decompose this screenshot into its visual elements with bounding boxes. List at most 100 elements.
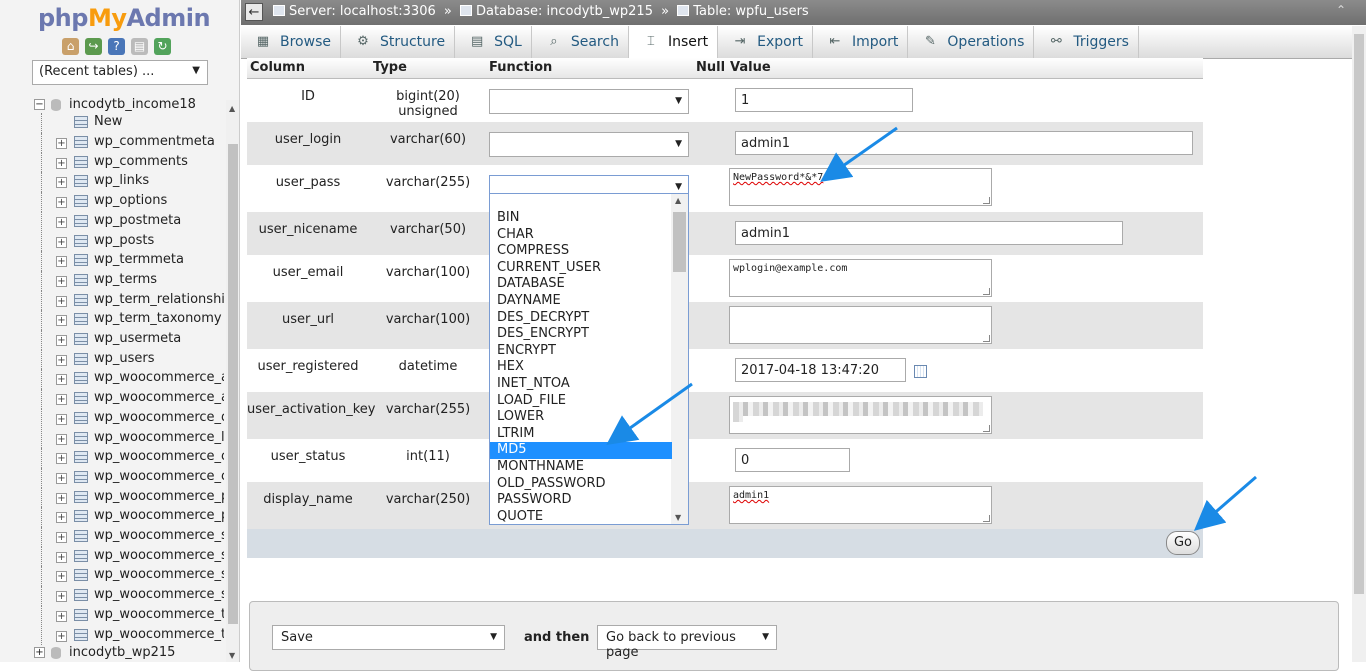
- function-option[interactable]: QUOTE: [490, 509, 672, 524]
- tree-table-item[interactable]: + wp_woocommerce_downloadable_product_per…: [0, 408, 226, 429]
- breadcrumb-database[interactable]: Database: incodytb_wp215: [476, 4, 653, 19]
- breadcrumb-table[interactable]: Table: wpfu_users: [693, 4, 808, 19]
- tree-table-item[interactable]: + wp_woocommerce_order_items: [0, 467, 226, 488]
- tree-table-item[interactable]: + wp_woocommerce_payment_tokenmeta: [0, 487, 226, 508]
- reload-icon[interactable]: ↻: [154, 38, 171, 55]
- expand-icon[interactable]: +: [56, 335, 67, 346]
- tree-new-item[interactable]: New: [0, 113, 226, 133]
- page-scrollbar[interactable]: [1352, 26, 1366, 662]
- tree-table-item[interactable]: + wp_comments: [0, 152, 226, 173]
- resize-handle[interactable]: [983, 197, 990, 204]
- tab-operations[interactable]: ✎ Operations: [908, 26, 1035, 58]
- function-option[interactable]: LTRIM: [490, 426, 672, 443]
- tab-search[interactable]: ⌕ Search: [532, 26, 629, 58]
- function-option[interactable]: DES_ENCRYPT: [490, 326, 672, 343]
- tree-table-item[interactable]: + wp_woocommerce_tax_rate_locations: [0, 605, 226, 626]
- tree-table-item[interactable]: + wp_woocommerce_order_itemmeta: [0, 448, 226, 468]
- function-option[interactable]: OLD_PASSWORD: [490, 476, 672, 493]
- save-action-select[interactable]: Save ▼: [272, 625, 505, 650]
- expand-icon[interactable]: +: [56, 315, 67, 327]
- dropdown-scrollbar[interactable]: ▲ ▼: [671, 194, 688, 524]
- expand-icon[interactable]: +: [56, 492, 67, 504]
- value-textarea[interactable]: NewPassword*&*7: [729, 168, 992, 206]
- function-option[interactable]: COMPRESS: [490, 243, 672, 260]
- function-option[interactable]: LOWER: [490, 409, 672, 426]
- resize-handle[interactable]: [983, 288, 990, 295]
- function-option[interactable]: MD5: [490, 442, 672, 459]
- value-textarea[interactable]: [729, 306, 992, 344]
- tree-db-income[interactable]: − incodytb_income18: [34, 97, 196, 112]
- tree-table-item[interactable]: + wp_term_taxonomy: [0, 310, 226, 330]
- resize-handle[interactable]: [983, 515, 990, 522]
- recent-tables-select[interactable]: (Recent tables) ... ▼: [32, 60, 208, 85]
- expand-icon[interactable]: +: [56, 197, 67, 209]
- function-option[interactable]: DATABASE: [490, 276, 672, 293]
- tree-table-item[interactable]: + wp_woocommerce_tax_rates: [0, 625, 226, 646]
- tree-table-item[interactable]: + wp_woocommerce_attribute_taxonomies: [0, 389, 226, 409]
- tree-table-item[interactable]: + wp_commentmeta: [0, 133, 226, 153]
- function-option[interactable]: BIN: [490, 210, 672, 227]
- value-input[interactable]: 0: [735, 448, 850, 472]
- tree-db-wp215[interactable]: + incodytb_wp215: [34, 645, 175, 660]
- tab-triggers[interactable]: ⚯ Triggers: [1034, 26, 1139, 58]
- function-option[interactable]: ENCRYPT: [490, 343, 672, 360]
- function-option[interactable]: LOAD_FILE: [490, 393, 672, 410]
- function-select[interactable]: ▼: [489, 89, 689, 114]
- tree-table-item[interactable]: + wp_woocommerce_shipping_zones: [0, 586, 226, 606]
- tree-table-item[interactable]: + wp_links: [0, 172, 226, 193]
- value-textarea[interactable]: wplogin@example.com: [729, 259, 992, 297]
- help-icon[interactable]: ?: [108, 38, 125, 55]
- expand-icon[interactable]: +: [56, 591, 67, 603]
- function-dropdown-list[interactable]: ▲ ▼ BIN CHAR COMPRESS CURRENT_USER DATABASE D…: [489, 193, 689, 525]
- calendar-icon[interactable]: [914, 365, 927, 378]
- tree-table-item[interactable]: + wp_woocommerce_shipping_zone_locations: [0, 546, 226, 567]
- function-option[interactable]: MONTHNAME: [490, 459, 672, 476]
- docs-icon[interactable]: ▤: [131, 38, 148, 55]
- expand-icon[interactable]: +: [56, 157, 67, 169]
- function-option[interactable]: PASSWORD: [490, 492, 672, 509]
- expand-icon[interactable]: +: [56, 433, 67, 445]
- scroll-up-icon[interactable]: ▲: [229, 104, 235, 113]
- tree-table-item[interactable]: + wp_woocommerce_sessions: [0, 527, 226, 547]
- value-input[interactable]: admin1: [735, 221, 1123, 245]
- expand-icon[interactable]: +: [56, 512, 67, 524]
- collapse-top-icon[interactable]: ⌃: [1336, 3, 1346, 17]
- tree-table-item[interactable]: + wp_postmeta: [0, 211, 226, 232]
- scroll-down-icon[interactable]: ▼: [675, 513, 681, 522]
- arrow-left-icon[interactable]: ←: [245, 3, 263, 21]
- function-option[interactable]: DAYNAME: [490, 293, 672, 310]
- expand-icon[interactable]: +: [56, 275, 67, 287]
- tree-table-item[interactable]: + wp_woocommerce_shipping_zone_methods: [0, 566, 226, 587]
- value-input[interactable]: 2017-04-18 13:47:20: [735, 358, 906, 382]
- expand-icon[interactable]: +: [56, 610, 67, 622]
- navigation-scrollbar[interactable]: ▲ ▼: [226, 100, 239, 662]
- tab-insert[interactable]: ⌶ Insert: [628, 26, 719, 58]
- tree-table-item[interactable]: + wp_usermeta: [0, 330, 226, 350]
- expand-icon[interactable]: +: [56, 256, 67, 268]
- tab-export[interactable]: ⇥ Export: [718, 26, 813, 58]
- scroll-thumb[interactable]: [228, 144, 238, 624]
- expand-icon[interactable]: +: [56, 394, 67, 406]
- tree-table-item[interactable]: + wp_termmeta: [0, 251, 226, 271]
- tree-table-item[interactable]: + wp_options: [0, 192, 226, 212]
- resize-handle[interactable]: [983, 335, 990, 342]
- scroll-up-icon[interactable]: ▲: [675, 196, 681, 205]
- expand-icon[interactable]: +: [56, 413, 67, 425]
- tree-table-item[interactable]: + wp_posts: [0, 231, 226, 252]
- expand-icon[interactable]: +: [56, 295, 67, 307]
- function-option[interactable]: HEX: [490, 359, 672, 376]
- expand-icon[interactable]: +: [56, 354, 67, 366]
- page-scroll-thumb[interactable]: [1354, 34, 1364, 594]
- scroll-down-icon[interactable]: ▼: [229, 651, 235, 660]
- expand-icon[interactable]: +: [56, 216, 67, 228]
- breadcrumb-server[interactable]: Server: localhost:3306: [289, 4, 436, 19]
- resize-handle[interactable]: [983, 425, 990, 432]
- function-option[interactable]: INET_NTOA: [490, 376, 672, 393]
- expand-icon[interactable]: +: [56, 532, 67, 543]
- expand-icon[interactable]: +: [34, 647, 45, 658]
- function-select[interactable]: ▼: [489, 132, 689, 157]
- value-input[interactable]: 1: [735, 88, 913, 112]
- tab-structure[interactable]: ⚙ Structure: [341, 26, 456, 58]
- expand-icon[interactable]: +: [56, 551, 67, 563]
- tree-table-item[interactable]: + wp_woocommerce_api_keys: [0, 369, 226, 390]
